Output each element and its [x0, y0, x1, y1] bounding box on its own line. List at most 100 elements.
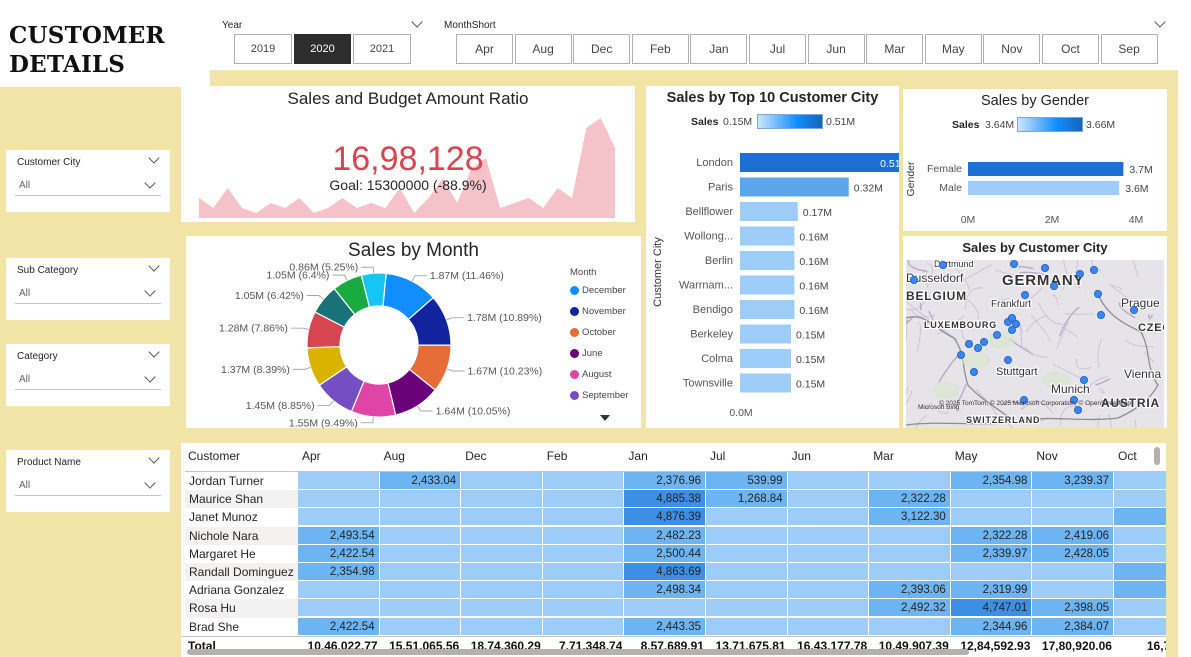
map-city-marker[interactable]	[980, 338, 989, 347]
month-tile-mar[interactable]: Mar	[866, 34, 924, 64]
map-city-marker[interactable]	[1129, 306, 1138, 315]
legend-scroll-down-icon[interactable]	[600, 415, 610, 421]
matrix-cell: 2,46	[1114, 563, 1166, 581]
month-tile-dec[interactable]: Dec	[573, 34, 631, 64]
city-bar[interactable]	[740, 324, 791, 344]
matrix-column-header[interactable]: Oct	[1118, 447, 1137, 465]
slicer-collapse-chevron-icon[interactable]	[148, 346, 160, 358]
map-city-marker[interactable]	[970, 368, 979, 377]
map-city-marker[interactable]	[910, 275, 918, 284]
matrix-row-header[interactable]: Customer	[188, 447, 240, 465]
city-bar[interactable]	[740, 373, 791, 393]
slicer-dropdown[interactable]: All	[15, 176, 161, 196]
matrix-column-header[interactable]: Feb	[547, 447, 568, 465]
donut-legend-item[interactable]: June	[570, 347, 603, 359]
matrix-cell	[869, 526, 950, 545]
gender-bar[interactable]	[968, 181, 1120, 195]
month-tile-oct[interactable]: Oct	[1042, 34, 1099, 64]
map-city-marker[interactable]	[965, 340, 974, 349]
map-city-marker[interactable]	[1075, 269, 1084, 278]
matrix-row-label: Margaret He	[185, 544, 298, 563]
matrix-hscroll[interactable]	[187, 649, 969, 655]
city-bar[interactable]	[740, 275, 795, 295]
slicer-collapse-chevron-icon[interactable]	[148, 152, 160, 164]
matrix-column-header[interactable]: Nov	[1036, 447, 1057, 465]
month-slicer-chevron-icon[interactable]	[1154, 16, 1166, 28]
donut-leader-line	[411, 275, 427, 282]
month-tile-nov[interactable]: Nov	[983, 34, 1041, 64]
donut-legend-item[interactable]: September	[570, 389, 628, 401]
month-tile-aug[interactable]: Aug	[514, 34, 572, 64]
map-place-label: Frankfurt	[991, 299, 1031, 310]
gender-bar[interactable]	[968, 162, 1124, 176]
map-city-marker[interactable]	[1021, 290, 1030, 299]
slicer-dropdown[interactable]: All	[15, 476, 161, 496]
month-tile-jan[interactable]: Jan	[690, 34, 748, 64]
map-city-marker[interactable]	[1004, 356, 1013, 365]
month-tile-feb[interactable]: Feb	[631, 34, 689, 64]
year-tile-2021[interactable]: 2021	[353, 34, 411, 64]
map-city-marker[interactable]	[1096, 311, 1105, 320]
donut-legend-item[interactable]: October	[570, 326, 616, 338]
matrix-cell: 2,500.44	[624, 544, 705, 563]
matrix-column-header[interactable]: Jun	[792, 447, 811, 465]
year-tile-2019[interactable]: 2019	[234, 34, 292, 64]
slicer-dropdown[interactable]: All	[15, 284, 161, 304]
map-place-label: BELGIUM	[906, 289, 967, 303]
city-bar[interactable]	[740, 300, 795, 319]
matrix-column-header[interactable]: Aug	[384, 447, 405, 465]
month-tile-jul[interactable]: Jul	[749, 34, 806, 64]
matrix-vscroll[interactable]	[1154, 447, 1160, 465]
slicer-collapse-chevron-icon[interactable]	[148, 260, 160, 272]
slicer-collapse-chevron-icon[interactable]	[148, 452, 160, 464]
matrix-cell	[1032, 563, 1113, 581]
matrix-cell	[379, 617, 461, 636]
city-bar-label: 0.16M	[799, 256, 828, 268]
map-city-marker[interactable]	[1040, 264, 1049, 272]
matrix-cell	[787, 472, 869, 490]
legend-dot-icon	[570, 369, 579, 379]
year-slicer-chevron-icon[interactable]	[411, 16, 423, 28]
map-city-marker[interactable]	[974, 344, 983, 353]
map-city-marker[interactable]	[1073, 405, 1082, 414]
month-tile-jun[interactable]: Jun	[807, 34, 865, 64]
matrix-column-header[interactable]: May	[955, 447, 978, 465]
matrix-row-label: Maurice Shan	[185, 490, 298, 509]
map-city-marker[interactable]	[1010, 260, 1019, 268]
month-tile-apr[interactable]: Apr	[456, 34, 513, 64]
year-tile-2020[interactable]: 2020	[294, 34, 351, 64]
matrix-column-header[interactable]: Mar	[873, 447, 894, 465]
map-place-label: Vienna	[1124, 367, 1161, 381]
map-city-marker[interactable]	[957, 351, 966, 360]
matrix-cell: 4,876.39	[624, 508, 705, 527]
map-city-marker[interactable]	[1008, 326, 1017, 335]
matrix-column-header[interactable]: Jan	[628, 447, 647, 465]
donut-legend-item[interactable]: August	[570, 368, 612, 380]
matrix-column-header[interactable]: Jul	[710, 447, 725, 465]
matrix-cell	[542, 599, 624, 618]
city-bar[interactable]	[740, 202, 798, 221]
slicer-dropdown[interactable]: All	[15, 370, 161, 390]
city-bar[interactable]	[740, 251, 795, 270]
matrix-cell	[950, 490, 1032, 509]
city-category-label: Berlin	[705, 255, 733, 267]
matrix-cell	[379, 508, 461, 527]
city-bar[interactable]	[740, 226, 795, 246]
donut-legend-item[interactable]: December	[570, 284, 626, 296]
map-city-marker[interactable]	[1079, 376, 1088, 385]
matrix-column-header[interactable]: Apr	[302, 447, 321, 465]
map-city-marker[interactable]	[1049, 281, 1058, 290]
map-place-label: CZECH	[1138, 322, 1164, 334]
city-bar[interactable]	[740, 177, 849, 197]
map-city-marker[interactable]	[1089, 266, 1098, 274]
month-tile-sep[interactable]: Sep	[1100, 34, 1158, 64]
map-city-marker[interactable]	[1093, 289, 1102, 298]
map-city-marker[interactable]	[993, 331, 1002, 340]
matrix-column-header[interactable]: Dec	[465, 447, 486, 465]
matrix-cell	[379, 490, 461, 509]
donut-legend-item[interactable]: November	[570, 305, 626, 317]
city-bar[interactable]	[740, 349, 791, 368]
month-tile-may[interactable]: May	[924, 34, 982, 64]
map-city-marker[interactable]	[939, 261, 948, 269]
city-bar[interactable]	[740, 153, 899, 172]
